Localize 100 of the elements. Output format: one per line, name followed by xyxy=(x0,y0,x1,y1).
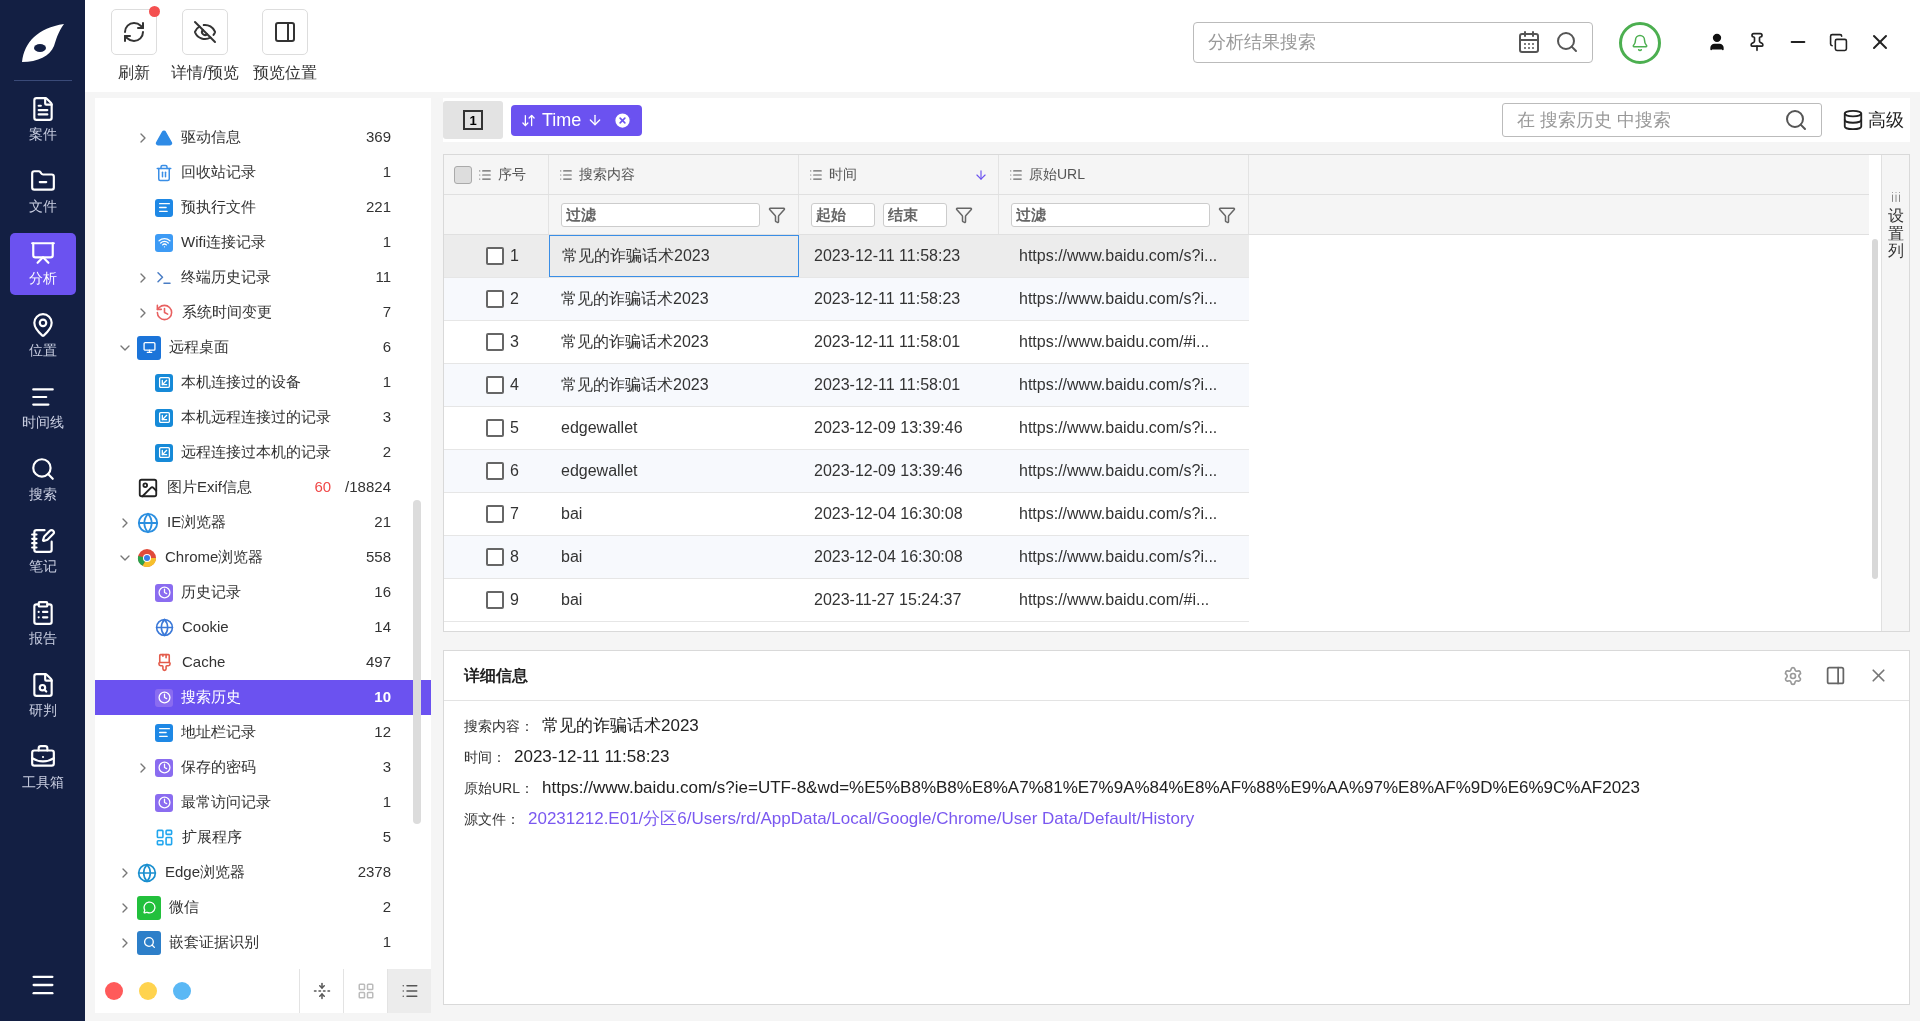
tree-item[interactable]: 扩展程序 5 xyxy=(95,820,431,855)
nav-item[interactable]: 案件 xyxy=(9,89,76,151)
table-row[interactable]: 4 常见的诈骗话术2023 2023-12-11 11:58:01 https://www.baidu.com/s?i... xyxy=(444,364,1249,407)
filter-field[interactable]: 结束 xyxy=(883,202,947,227)
tree-item[interactable]: 搜索历史 10 xyxy=(95,680,431,715)
advanced-button[interactable]: 高级 xyxy=(1842,106,1904,134)
tree-item[interactable]: 本机远程连接过的记录 3 xyxy=(95,400,431,435)
panel-button[interactable] xyxy=(262,9,309,55)
checkbox[interactable] xyxy=(486,290,504,308)
table-row[interactable]: 1 常见的诈骗话术2023 2023-12-11 11:58:23 https://www.baidu.com/s?i... xyxy=(444,235,1249,278)
filter-icon[interactable] xyxy=(955,205,973,224)
column-header[interactable]: 时间 xyxy=(799,155,999,194)
bell-button[interactable] xyxy=(1619,22,1661,64)
column-menu-icon[interactable] xyxy=(1009,167,1023,182)
nav-item[interactable]: 文件 xyxy=(9,161,76,223)
tree-item[interactable]: 回收站记录 1 xyxy=(95,155,431,190)
table-cell-text: https://www.baidu.com/s?i... xyxy=(1018,375,1219,395)
tree-item[interactable]: 嵌套证据识别 1 xyxy=(95,925,431,960)
search-icon[interactable] xyxy=(1555,30,1579,54)
search-icon[interactable] xyxy=(1784,108,1808,132)
tree-item[interactable]: 地址栏记录 12 xyxy=(95,715,431,750)
monitor-search-icon xyxy=(137,930,161,955)
tree-item[interactable]: Cookie 14 xyxy=(95,610,431,645)
filter-field[interactable]: 过滤 xyxy=(561,202,760,227)
nav-item[interactable]: 时间线 xyxy=(9,377,76,439)
checkbox[interactable] xyxy=(486,376,504,394)
settings-strip[interactable]: 设置列 xyxy=(1881,155,1909,631)
column-menu-icon[interactable] xyxy=(809,167,823,182)
tab-button[interactable]: 1 xyxy=(443,101,503,139)
column-header[interactable]: 搜索内容 xyxy=(549,155,799,194)
item-count: 1 xyxy=(382,162,391,183)
clock-icon xyxy=(155,688,173,707)
filter-icon[interactable] xyxy=(768,205,786,224)
tree-item[interactable]: 微信 2 xyxy=(95,890,431,925)
wifi-icon xyxy=(155,233,173,252)
table-cell-text: 2023-12-04 16:30:08 xyxy=(813,504,964,524)
nav-item[interactable]: 分析 xyxy=(9,233,76,295)
restore-icon[interactable] xyxy=(1829,32,1848,52)
collapse-icon xyxy=(312,982,331,1000)
column-menu-icon[interactable] xyxy=(478,167,492,182)
nav-item[interactable]: 研判 xyxy=(9,665,76,727)
nav-item[interactable]: 报告 xyxy=(9,593,76,655)
scrollbar[interactable] xyxy=(413,500,421,824)
sort-chip[interactable]: Time xyxy=(511,104,643,136)
table-row[interactable]: 6 edgewallet 2023-12-09 13:39:46 https://www.baidu.com/s?i... xyxy=(444,450,1249,493)
tree-item[interactable]: 驱动信息 369 xyxy=(95,120,431,155)
checkbox[interactable] xyxy=(486,462,504,480)
tree-item[interactable]: 远程连接过本机的记录 2 xyxy=(95,435,431,470)
tree-item[interactable]: 远程桌面 6 xyxy=(95,330,431,365)
table-row[interactable]: 8 bai 2023-12-04 16:30:08 https://www.baidu.com/s?i... xyxy=(444,536,1249,579)
eye-off-button[interactable] xyxy=(182,9,229,55)
nav-item[interactable]: 搜索 xyxy=(9,449,76,511)
tree-label: 远程桌面 xyxy=(169,337,229,358)
filter-field[interactable]: 过滤 xyxy=(1011,202,1210,227)
pin-icon[interactable] xyxy=(1747,32,1767,52)
tree-item[interactable]: Wifi连接记录 1 xyxy=(95,225,431,260)
field-label: 原始URL： xyxy=(464,779,534,798)
settings-icon[interactable] xyxy=(1783,665,1803,686)
source-file-link[interactable]: 20231212.E01/分区6/Users/rd/AppData/Local/Google/Chrome/User Data/Default/History xyxy=(528,806,1195,832)
item-count: 1 xyxy=(382,232,391,253)
panel-icon[interactable] xyxy=(1825,665,1846,686)
tree-item[interactable]: Edge浏览器 2378 xyxy=(95,855,431,890)
nav-item[interactable]: 工具箱 xyxy=(9,737,76,799)
tree-item[interactable]: 最常访问记录 1 xyxy=(95,785,431,820)
tree-item[interactable]: Chrome浏览器 558 xyxy=(95,540,431,575)
tree-item[interactable]: 图片Exif信息 60 /18824 xyxy=(95,470,431,505)
tree-item[interactable]: 系统时间变更 7 xyxy=(95,295,431,330)
checkbox[interactable] xyxy=(486,505,504,523)
filter-field[interactable]: 起始 xyxy=(811,202,875,227)
calendar-icon[interactable] xyxy=(1517,30,1541,54)
tree-item[interactable]: 本机连接过的设备 1 xyxy=(95,365,431,400)
tree-item[interactable]: 历史记录 16 xyxy=(95,575,431,610)
column-header[interactable]: 原始URL xyxy=(999,155,1249,194)
clock-icon xyxy=(155,793,173,812)
scrollbar[interactable] xyxy=(1872,239,1878,579)
tree-item[interactable]: Cache 497 xyxy=(95,645,431,680)
tree-item[interactable]: 预执行文件 221 xyxy=(95,190,431,225)
nav-item[interactable]: 笔记 xyxy=(9,521,76,583)
table-search-field[interactable]: 在 搜索历史 中搜索 xyxy=(1502,103,1822,137)
tree-item[interactable]: 保存的密码 3 xyxy=(95,750,431,785)
nav-item[interactable]: 位置 xyxy=(9,305,76,367)
tree-label: 本机连接过的设备 xyxy=(181,372,301,393)
column-header[interactable]: 序号 xyxy=(444,155,549,194)
tree-item[interactable]: 终端历史记录 11 xyxy=(95,260,431,295)
table-row[interactable]: 2 常见的诈骗话术2023 2023-12-11 11:58:23 https://www.baidu.com/s?i... xyxy=(444,278,1249,321)
tree-item[interactable]: IE浏览器 21 xyxy=(95,505,431,540)
refresh-button[interactable] xyxy=(111,9,157,55)
checkbox[interactable] xyxy=(486,419,504,437)
list-view-button[interactable] xyxy=(387,969,431,1013)
user-icon[interactable] xyxy=(1707,32,1727,52)
checkbox[interactable] xyxy=(454,165,472,184)
filter-icon[interactable] xyxy=(1218,205,1236,224)
search-field[interactable]: 分析结果搜索 xyxy=(1193,22,1593,63)
checkbox[interactable] xyxy=(486,591,504,609)
panel-title: 详细信息 xyxy=(464,665,528,686)
column-menu-icon[interactable] xyxy=(559,167,573,182)
checkbox[interactable] xyxy=(486,247,504,265)
remove-icon[interactable] xyxy=(613,110,633,130)
checkbox[interactable] xyxy=(486,548,504,566)
checkbox[interactable] xyxy=(486,333,504,351)
